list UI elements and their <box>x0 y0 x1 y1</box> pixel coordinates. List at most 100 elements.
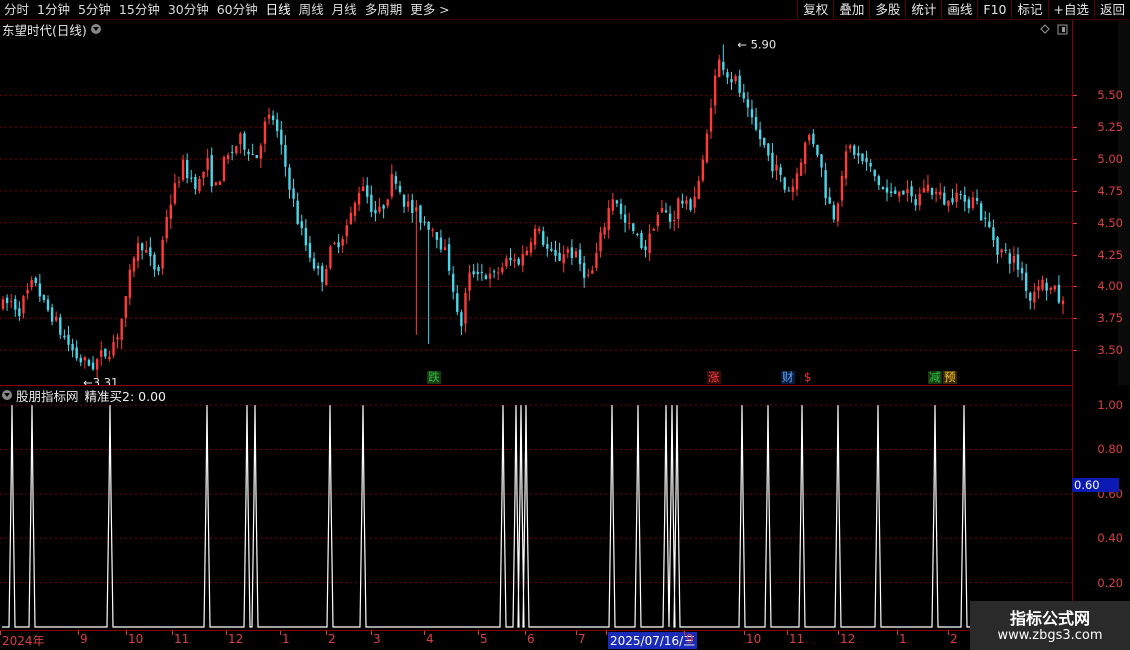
period-tab-7[interactable]: 周线 <box>295 0 328 19</box>
candle-body <box>803 142 807 164</box>
candle-body <box>116 337 119 340</box>
date-tick-label: 11 <box>174 632 190 646</box>
period-tab-2[interactable]: 5分钟 <box>74 0 115 19</box>
event-marker[interactable]: 跌 <box>427 371 441 384</box>
toolbar-button-5[interactable]: F10 <box>977 0 1011 19</box>
candle-body <box>38 283 42 297</box>
toolbar-button-7[interactable]: +自选 <box>1047 0 1094 19</box>
period-tab-0[interactable]: 分时 <box>0 0 33 19</box>
candle-body <box>136 243 140 261</box>
candle-body <box>431 229 434 231</box>
candle-body <box>411 200 414 213</box>
indicator-chart[interactable] <box>0 386 1072 630</box>
toolbar-button-6[interactable]: 标记 <box>1011 0 1047 19</box>
event-marker[interactable]: $ <box>803 371 813 384</box>
candle-body <box>312 258 316 269</box>
candle-body <box>685 200 688 204</box>
toolbar-button-2[interactable]: 多股 <box>869 0 905 19</box>
toolbar-button-0[interactable]: 复权 <box>797 0 833 19</box>
candle-body <box>582 263 586 278</box>
candle-body <box>288 167 291 190</box>
candle-body <box>701 159 705 181</box>
event-marker[interactable]: 预 <box>943 371 957 384</box>
event-marker[interactable]: 涨 <box>707 371 721 384</box>
candle-body <box>173 183 177 204</box>
candle-body <box>611 199 615 211</box>
candle-body <box>783 177 786 190</box>
candle-body <box>726 72 729 78</box>
candle-body <box>390 174 394 197</box>
period-tab-3[interactable]: 15分钟 <box>115 0 164 19</box>
candlestick-chart[interactable]: ← 5.90 ←3.31 <box>0 20 1072 385</box>
toolbar-button-8[interactable]: 返回 <box>1093 0 1130 19</box>
date-tick-label: 3 <box>373 632 381 646</box>
period-tab-9[interactable]: 多周期 <box>361 0 407 19</box>
candle-body <box>574 251 578 258</box>
candle-body <box>18 308 21 317</box>
date-tick-label: 6 <box>527 632 535 646</box>
period-tab-6[interactable]: 日线 <box>262 0 295 19</box>
candle-body <box>83 357 87 361</box>
toolbar-button-4[interactable]: 画线 <box>941 0 977 19</box>
period-tab-1[interactable]: 1分钟 <box>33 0 74 19</box>
candle-body <box>979 203 983 221</box>
event-marker[interactable]: 财 <box>781 371 795 384</box>
candle-body <box>898 191 901 197</box>
candle-body <box>447 244 451 271</box>
period-tab-10[interactable]: 更多 > <box>406 0 453 19</box>
candle-body <box>91 362 95 370</box>
candle-body <box>758 129 762 139</box>
price-tick-label: 5.25 <box>1097 120 1123 135</box>
candle-body <box>857 152 860 156</box>
candle-body <box>623 214 627 223</box>
candle-body <box>210 155 213 187</box>
candle-body <box>689 199 692 210</box>
candle-body <box>194 177 197 190</box>
candle-body <box>799 162 803 176</box>
candle-body <box>1024 272 1028 291</box>
candle-body <box>1 299 5 309</box>
date-tick <box>606 631 607 635</box>
price-tick <box>1073 350 1077 352</box>
candle-body <box>276 119 279 132</box>
period-tab-4[interactable]: 30分钟 <box>164 0 213 19</box>
toolbar-button-1[interactable]: 叠加 <box>833 0 869 19</box>
candle-body <box>427 221 430 230</box>
candle-body <box>554 249 557 256</box>
price-tick <box>1073 286 1077 288</box>
date-tick <box>78 631 79 635</box>
diamond-icon[interactable] <box>1040 24 1050 34</box>
candle-body <box>963 194 966 202</box>
candle-body <box>415 207 418 212</box>
date-tick <box>371 631 372 635</box>
period-tab-8[interactable]: 月线 <box>328 0 361 19</box>
period-tab-5[interactable]: 60分钟 <box>213 0 262 19</box>
price-tick-label: 3.50 <box>1097 343 1123 358</box>
price-tick <box>1073 222 1077 224</box>
candle-body <box>812 133 815 145</box>
candle-body <box>787 190 790 192</box>
event-marker[interactable]: 减 <box>928 371 942 384</box>
candle-body <box>120 318 123 340</box>
candle-body <box>87 359 91 366</box>
candle-body <box>836 203 840 222</box>
toolbar-button-3[interactable]: 统计 <box>905 0 941 19</box>
candle-body <box>775 164 778 171</box>
candle-body <box>488 273 492 279</box>
date-tick <box>172 631 173 635</box>
candle-body <box>959 194 962 196</box>
price-tick <box>1073 318 1077 320</box>
candle-body <box>255 155 258 159</box>
candle-body <box>5 297 9 304</box>
candle-body <box>824 170 827 199</box>
candle-body <box>280 129 283 145</box>
candle-body <box>672 219 676 221</box>
candle-body <box>652 229 655 231</box>
candle-body <box>1008 253 1011 264</box>
candle-body <box>239 133 242 145</box>
date-tick <box>576 631 577 635</box>
candle-body <box>640 233 643 249</box>
candle-body <box>1057 284 1061 303</box>
candle-body <box>296 200 299 224</box>
date-tick <box>478 631 479 635</box>
